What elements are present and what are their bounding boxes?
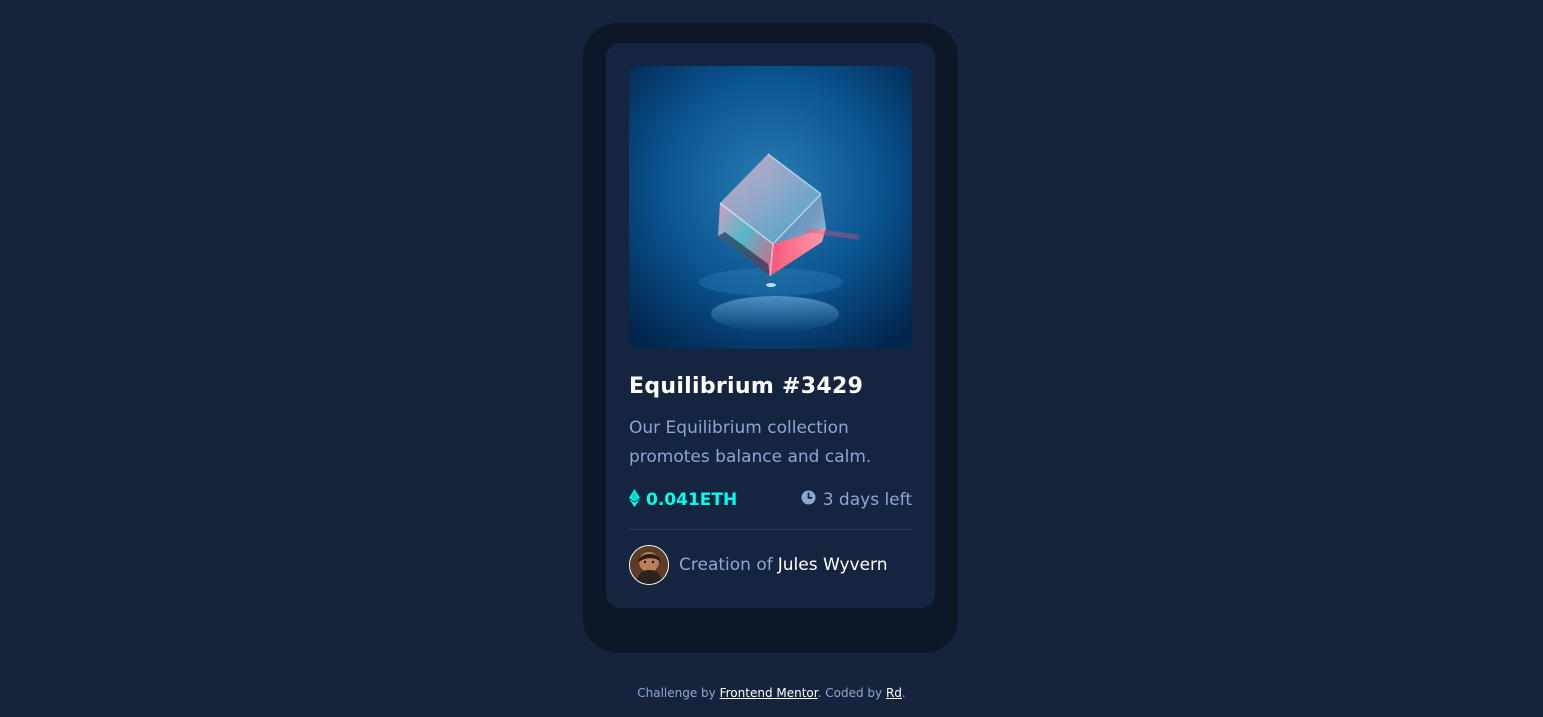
crystal-cube-image	[629, 66, 912, 349]
attribution-middle: . Coded by	[817, 686, 883, 700]
price-row: 0.041ETH	[629, 488, 737, 512]
divider	[629, 529, 912, 530]
card-frame: Equilibrium #3429 Our Equilibrium collec…	[583, 23, 958, 653]
nft-image[interactable]	[629, 66, 912, 349]
author-link[interactable]: Rd	[886, 686, 902, 700]
avatar	[629, 545, 669, 585]
frontend-mentor-link[interactable]: Frontend Mentor	[720, 686, 818, 700]
ethereum-icon	[629, 488, 640, 512]
creator-name-link[interactable]: Jules Wyvern	[778, 555, 888, 575]
time-left-row: 3 days left	[801, 488, 912, 512]
attribution-prefix: Challenge by	[637, 686, 716, 700]
attribution: Challenge by Frontend Mentor. Coded by R…	[0, 685, 1543, 701]
clock-icon	[801, 490, 816, 510]
nft-description: Our Equilibrium collection promotes bala…	[629, 418, 872, 467]
time-left-value: 3 days left	[822, 490, 912, 510]
price-value: 0.041ETH	[646, 490, 738, 510]
creator-prefix: Creation of	[679, 555, 773, 575]
attribution-suffix: .	[901, 686, 906, 700]
page: Equilibrium #3429 Our Equilibrium collec…	[0, 0, 1543, 717]
nft-title[interactable]: Equilibrium #3429	[629, 372, 912, 402]
creator-row: Creation of Jules Wyvern	[629, 545, 888, 585]
nft-preview-card: Equilibrium #3429 Our Equilibrium collec…	[606, 43, 935, 608]
